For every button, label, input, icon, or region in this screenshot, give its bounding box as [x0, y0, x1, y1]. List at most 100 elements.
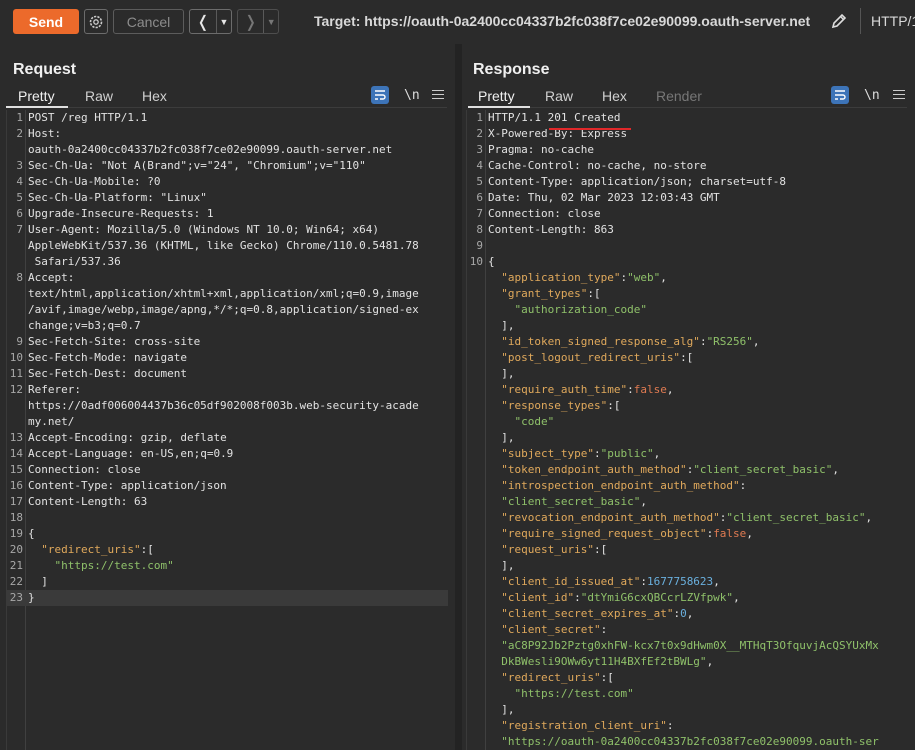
- request-editor[interactable]: 1 POST /reg HTTP/1.1 2 Host: oauth-0a2400cc0…: [6, 110, 448, 750]
- tab-pretty[interactable]: Pretty: [478, 88, 515, 104]
- line-text: "redirect_uris":[: [488, 670, 614, 686]
- code-token: "aC8P92Jb2Pztg0xhFW-kcx7t0x9dHwm0X__MTHq…: [501, 639, 879, 652]
- code-line: 12 Referer:: [7, 382, 448, 398]
- tab-pretty[interactable]: Pretty: [18, 88, 55, 104]
- code-token: :[: [680, 351, 694, 364]
- line-text: change;v=b3;q=0.7: [28, 318, 141, 334]
- code-token: Accept-Language:: [28, 447, 141, 460]
- tab-render[interactable]: Render: [656, 88, 702, 104]
- line-text: ],: [488, 558, 514, 574]
- panel-splitter[interactable]: [455, 44, 462, 750]
- line-text: {: [488, 254, 495, 270]
- wrap-toggle-button[interactable]: [371, 86, 389, 104]
- code-token: navigate: [133, 351, 187, 364]
- code-line: "require_signed_request_object":false,: [467, 526, 908, 542]
- code-token: Sec-Ch-Ua:: [28, 159, 101, 172]
- code-token: 0: [680, 607, 687, 620]
- line-text: Content-Type: application/json: [28, 478, 227, 494]
- code-token: :: [699, 335, 707, 348]
- line-text: User-Agent: Mozilla/5.0 (Windows NT 10.0…: [28, 222, 379, 238]
- line-text: Content-Type: application/json; charset=…: [488, 174, 786, 190]
- line-number: 18: [9, 511, 23, 524]
- code-token: application/json: [120, 479, 227, 492]
- newline-toggle[interactable]: \n: [864, 88, 880, 103]
- code-token: Sec-Fetch-Site:: [28, 335, 134, 348]
- tab-raw[interactable]: Raw: [85, 88, 113, 104]
- tab-raw[interactable]: Raw: [545, 88, 573, 104]
- target-label: Target: https://oauth-0a2400cc04337b2fc0…: [314, 13, 811, 29]
- code-token: "application_type": [501, 271, 621, 284]
- forward-button-group[interactable]: ❭ ▼: [237, 9, 279, 34]
- code-token: ,: [752, 335, 760, 348]
- code-token: "id_token_signed_response_alg": [501, 335, 700, 348]
- code-token: Host:: [28, 127, 62, 140]
- code-line: "grant_types":[: [467, 286, 908, 302]
- settings-button[interactable]: [84, 9, 108, 34]
- code-line: "https://oauth-0a2400cc04337b2fc038f7ce0…: [467, 734, 908, 750]
- menu-icon[interactable]: [432, 88, 444, 100]
- line-text: Sec-Fetch-Mode: navigate: [28, 350, 187, 366]
- code-line: 20 "redirect_uris":[: [7, 542, 448, 558]
- code-line: change;v=b3;q=0.7: [7, 318, 448, 334]
- line-text: "client_id_issued_at":1677758623,: [488, 574, 720, 590]
- code-token: "redirect_uris": [501, 671, 601, 684]
- gear-icon: [89, 15, 103, 28]
- line-text: "revocation_endpoint_auth_method":"clien…: [488, 510, 872, 526]
- code-line: 10 {: [467, 254, 908, 270]
- back-arrow-icon[interactable]: ❬: [190, 10, 216, 33]
- code-token: {: [488, 255, 495, 268]
- line-text: Sec-Ch-Ua: "Not A(Brand";v="24", "Chromi…: [28, 158, 366, 174]
- back-button-group[interactable]: ❬ ▼: [189, 9, 232, 34]
- line-text: Content-Length: 63: [28, 494, 147, 510]
- code-token: "dtYmiG6cxQBCcrLZVfpwk": [580, 591, 734, 604]
- edit-target-button[interactable]: [828, 10, 850, 32]
- code-token: "registration_client_uri": [501, 719, 667, 732]
- tab-hex[interactable]: Hex: [602, 88, 627, 104]
- menu-icon[interactable]: [893, 88, 905, 100]
- code-token: Content-Type:: [488, 175, 581, 188]
- send-button[interactable]: Send: [13, 9, 79, 34]
- line-text: "redirect_uris":[: [28, 542, 154, 558]
- forward-arrow-icon[interactable]: ❭: [238, 10, 263, 33]
- code-token: :: [666, 719, 674, 732]
- code-token: cross-site: [133, 335, 201, 348]
- code-line: "client_id":"dtYmiG6cxQBCcrLZVfpwk",: [467, 590, 908, 606]
- line-text: oauth-0a2400cc04337b2fc038f7ce02e90099.o…: [28, 142, 392, 158]
- line-number: 2: [16, 127, 23, 140]
- code-line: 3 Pragma: no-cache: [467, 142, 908, 158]
- cancel-button[interactable]: Cancel: [113, 9, 184, 34]
- newline-toggle[interactable]: \n: [404, 88, 420, 103]
- response-title: Response: [473, 61, 550, 78]
- tab-hex[interactable]: Hex: [142, 88, 167, 104]
- wrap-toggle-button[interactable]: [831, 86, 849, 104]
- code-token: "https://test.com": [514, 687, 634, 700]
- line-text: "require_auth_time":false,: [488, 382, 673, 398]
- line-text: Accept-Encoding: gzip, deflate: [28, 430, 227, 446]
- code-line: https://0adf006004437b36c05df902008f003b…: [7, 398, 448, 414]
- back-dropdown-icon[interactable]: ▼: [216, 10, 231, 33]
- code-line: 5 Sec-Ch-Ua-Platform: "Linux": [7, 190, 448, 206]
- line-number: 5: [16, 191, 23, 204]
- line-number: 14: [9, 447, 23, 460]
- code-token: "client_id": [501, 591, 575, 604]
- code-token: AppleWebKit/537.36 (KHTML, like Gecko) C…: [28, 239, 419, 252]
- code-token: Accept-Encoding:: [28, 431, 141, 444]
- line-text: Host:: [28, 126, 61, 142]
- code-token: ],: [488, 431, 515, 444]
- code-line: 8 Content-Length: 863: [467, 222, 908, 238]
- code-token: "Not A(Brand";v="24", "Chromium";v="110": [100, 159, 366, 172]
- code-token: "request_uris": [501, 543, 594, 556]
- request-panel: Request Pretty Raw Hex \n 1 POST /reg HTT…: [0, 44, 455, 750]
- code-line: 22 ]: [7, 574, 448, 590]
- forward-dropdown-icon[interactable]: ▼: [263, 10, 278, 33]
- http-version-label[interactable]: HTTP/1: [871, 13, 915, 29]
- line-text: "application_type":"web",: [488, 270, 667, 286]
- response-editor[interactable]: 1 HTTP/1.1 201 Created 2 X-Powered-By: Expr…: [466, 110, 908, 750]
- code-line: "client_secret":: [467, 622, 908, 638]
